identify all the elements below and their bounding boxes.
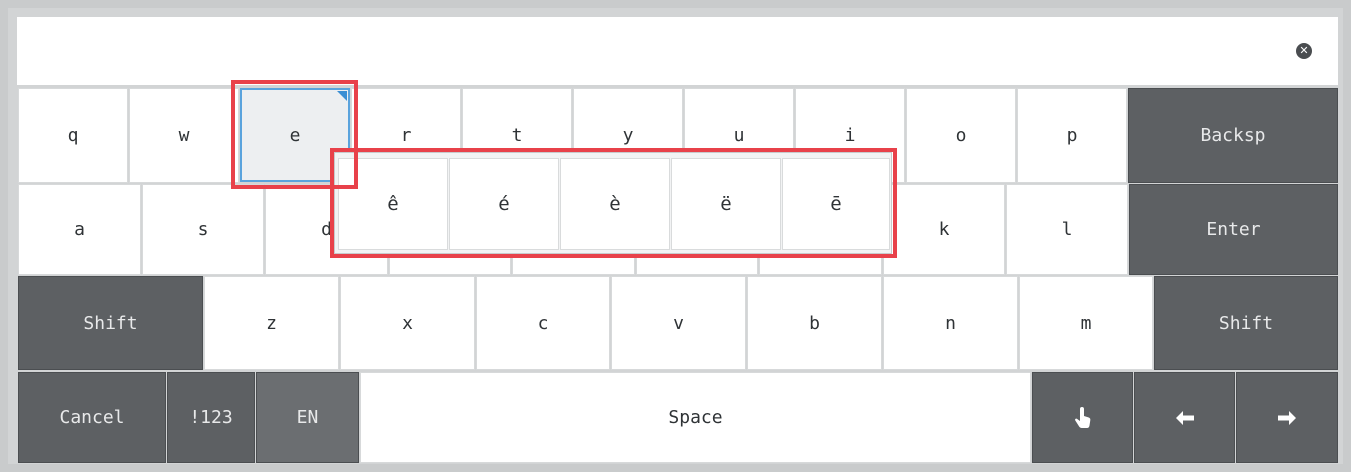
key-label: p [1066, 125, 1078, 146]
key-label: EN [296, 407, 319, 428]
space-key[interactable]: Space [360, 372, 1031, 463]
touch-mode-key[interactable] [1032, 372, 1133, 463]
accent-key-e-grave[interactable]: è [560, 158, 670, 250]
shift-left-key[interactable]: Shift [18, 276, 203, 370]
key-label: x [402, 312, 413, 334]
touch-hand-icon [1074, 406, 1092, 429]
key-label: l [1061, 219, 1073, 240]
key-label: c [537, 312, 549, 334]
arrow-left-icon [1175, 410, 1194, 425]
backspace-key[interactable]: Backsp [1128, 88, 1338, 183]
arrow-left-key[interactable] [1134, 372, 1235, 463]
accent-key-e-diaeresis[interactable]: ë [671, 158, 781, 250]
long-press-indicator [337, 91, 347, 101]
key-v[interactable]: v [611, 276, 746, 370]
key-c[interactable]: c [476, 276, 610, 370]
key-label: s [197, 219, 209, 240]
key-label: !123 [189, 407, 233, 428]
key-k[interactable]: k [883, 184, 1005, 275]
accent-label: è [609, 193, 621, 215]
key-p[interactable]: p [1017, 88, 1127, 183]
key-label: b [809, 312, 820, 334]
key-label: d [321, 219, 332, 240]
accent-label: ë [720, 193, 732, 215]
key-label: Space [668, 407, 723, 428]
key-l[interactable]: l [1006, 184, 1128, 275]
key-label: i [844, 125, 856, 146]
accent-key-e-acute[interactable]: é [449, 158, 559, 250]
symbols-key[interactable]: !123 [167, 372, 255, 463]
key-label: r [400, 125, 412, 146]
key-q[interactable]: q [18, 88, 128, 183]
key-w[interactable]: w [129, 88, 239, 183]
key-label: a [74, 219, 85, 240]
key-label: q [67, 125, 79, 146]
key-a[interactable]: a [18, 184, 141, 275]
accent-key-e-macron[interactable]: ē [782, 158, 890, 250]
key-label: Enter [1206, 219, 1261, 240]
key-n[interactable]: n [883, 276, 1018, 370]
accent-label: ē [830, 193, 842, 215]
key-label: w [178, 125, 190, 146]
key-label: Backsp [1200, 125, 1266, 146]
key-label: t [511, 125, 523, 146]
accent-label: ê [387, 193, 399, 215]
key-b[interactable]: b [747, 276, 882, 370]
language-key[interactable]: EN [256, 372, 359, 463]
accent-popup: ê é è ë ē [334, 152, 892, 254]
key-z[interactable]: z [204, 276, 339, 370]
shift-right-key[interactable]: Shift [1154, 276, 1338, 370]
key-label: m [1080, 312, 1092, 334]
key-label: Cancel [59, 407, 125, 428]
key-label: v [673, 312, 684, 334]
key-label: k [938, 219, 950, 240]
key-o[interactable]: o [906, 88, 1016, 183]
key-label: e [289, 124, 301, 146]
key-label: y [622, 125, 634, 146]
key-label: Shift [1218, 312, 1274, 334]
text-input-bar[interactable] [17, 17, 1338, 85]
key-label: n [945, 312, 956, 334]
key-x[interactable]: x [340, 276, 475, 370]
key-label: Shift [83, 312, 138, 334]
arrow-right-key[interactable] [1236, 372, 1338, 463]
cancel-key[interactable]: Cancel [18, 372, 166, 463]
accent-label: é [498, 193, 510, 215]
accent-key-e-circumflex[interactable]: ê [338, 158, 448, 250]
arrow-right-icon [1278, 410, 1296, 425]
key-label: u [733, 125, 745, 146]
close-icon[interactable]: ✕ [1296, 43, 1312, 59]
key-m[interactable]: m [1019, 276, 1153, 370]
key-label: z [266, 312, 277, 334]
enter-key[interactable]: Enter [1129, 184, 1338, 275]
key-s[interactable]: s [142, 184, 264, 275]
key-label: o [955, 125, 967, 146]
